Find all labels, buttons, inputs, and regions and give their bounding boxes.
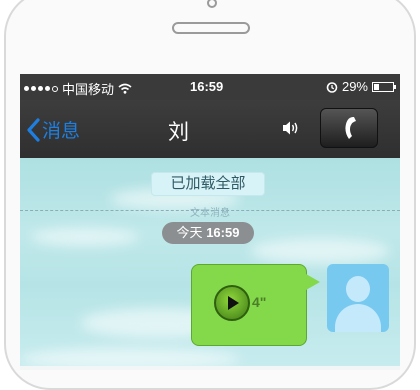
battery-percent: 29%: [341, 79, 368, 94]
phone-icon: [345, 116, 356, 139]
avatar[interactable]: [327, 264, 389, 332]
timestamp-day: 今天: [176, 225, 203, 240]
back-button[interactable]: 消息: [26, 116, 80, 143]
voice-duration: 4": [252, 294, 267, 310]
status-time: 16:59: [190, 79, 224, 94]
page-title: 刘: [168, 121, 189, 144]
status-right: 29%: [326, 79, 396, 94]
status-bar: 中国移动 16:59 29%: [20, 74, 400, 100]
carrier-label: 中国移动: [62, 82, 115, 97]
voice-message-bubble[interactable]: 4": [191, 264, 307, 346]
message-timestamp: 今天 16:59: [162, 222, 254, 244]
screen: 中国移动 16:59 29% 消息 刘 已加载全部 文本消息 今天 16:59 …: [20, 74, 400, 370]
bubble-tail: [306, 274, 320, 290]
timestamp-time: 16:59: [206, 225, 240, 240]
speaker-volume-icon[interactable]: [282, 120, 300, 136]
wifi-icon: [118, 83, 132, 94]
input-bar-edge: [20, 366, 400, 370]
call-button[interactable]: [320, 108, 378, 148]
camera-icon: [207, 0, 217, 8]
divider-label: 文本消息: [190, 208, 230, 219]
chat-area[interactable]: 已加载全部 文本消息 今天 16:59 4": [20, 158, 400, 370]
navigation-bar: 消息 刘: [20, 100, 400, 158]
back-label: 消息: [42, 121, 81, 142]
play-icon[interactable]: [214, 285, 250, 321]
chevron-left-icon: [27, 117, 40, 142]
alarm-icon: [326, 81, 338, 93]
status-left: 中国移动: [24, 79, 132, 98]
signal-strength-icon: [24, 85, 58, 92]
all-loaded-label: 已加载全部: [151, 172, 265, 196]
speaker-grille: [172, 22, 250, 34]
battery-icon: [372, 81, 396, 92]
